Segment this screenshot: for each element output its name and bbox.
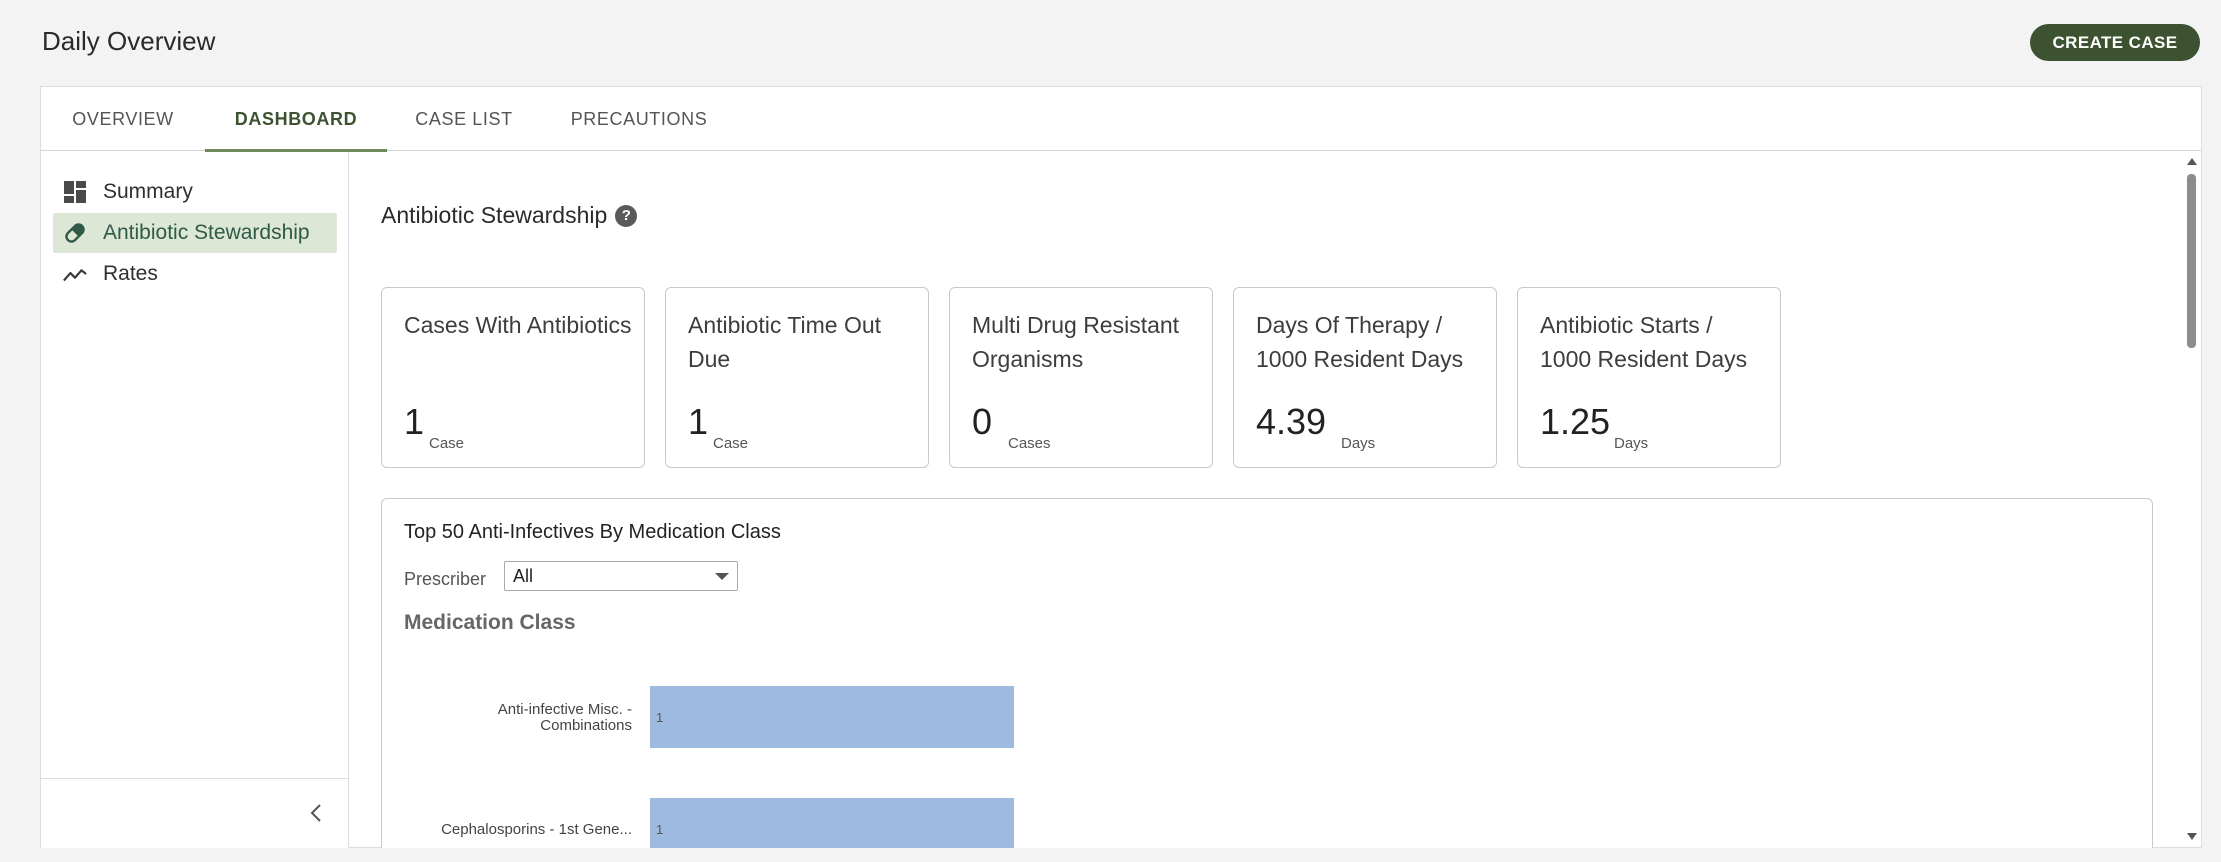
bar-1[interactable] [650, 798, 1014, 848]
tab-precautions[interactable]: PRECAUTIONS [541, 87, 737, 151]
stat-card-antibiotic-time-out-due[interactable]: Antibiotic Time Out Due 1 Case [665, 287, 929, 468]
stat-card-antibiotic-starts[interactable]: Antibiotic Starts / 1000 Resident Days 1… [1517, 287, 1781, 468]
scrollbar-thumb[interactable] [2187, 174, 2196, 348]
tab-bar: OVERVIEW DASHBOARD CASE LIST PRECAUTIONS [41, 87, 2201, 152]
chevron-left-icon[interactable] [301, 797, 331, 829]
stat-title: Multi Drug Resistant Organisms [972, 312, 1180, 372]
sidebar-footer [41, 778, 348, 848]
bar-0[interactable] [650, 686, 1014, 748]
sidebar-item-label: Rates [103, 262, 158, 285]
scroll-down-arrow-icon[interactable] [2187, 833, 2197, 840]
sidebar-item-antibiotic-stewardship[interactable]: Antibiotic Stewardship [53, 213, 337, 253]
stat-title: Antibiotic Time Out Due [688, 312, 882, 372]
pill-icon [63, 221, 87, 245]
sidebar-item-label: Antibiotic Stewardship [103, 221, 310, 244]
sidebar-item-summary[interactable]: Summary [53, 172, 337, 212]
page-title: Daily Overview [42, 26, 216, 56]
stat-unit: Case [713, 435, 749, 452]
stat-title: Antibiotic Starts / 1000 Resident Days [1540, 312, 1748, 372]
medication-class-label: Medication Class [404, 611, 576, 634]
chart-title: Top 50 Anti-Infectives By Medication Cla… [404, 521, 781, 543]
sidebar: Summary Antibiotic Stewardship Rates [41, 152, 349, 848]
stat-unit: Days [1341, 435, 1376, 452]
stat-value: 0 [972, 401, 993, 442]
medication-class-bar-chart: 1 Anti-infective Misc. -Combinations 1 Ceph… [441, 686, 1014, 848]
stat-unit: Case [429, 435, 465, 452]
stat-value: 1 [688, 401, 709, 442]
page-header: Daily Overview CREATE CASE [0, 0, 2221, 86]
scroll-up-arrow-icon[interactable] [2187, 158, 2197, 165]
trending-icon [63, 262, 87, 286]
chart-panel: Top 50 Anti-Infectives By Medication Cla… [381, 498, 2153, 848]
section-title-text: Antibiotic Stewardship [381, 202, 608, 228]
stat-value: 1 [404, 401, 425, 442]
stat-title: Cases With Antibiotics [404, 312, 632, 338]
create-case-button[interactable]: CREATE CASE [2030, 24, 2200, 61]
prescriber-label: Prescriber [404, 569, 487, 589]
stat-value: 1.25 [1540, 401, 1611, 442]
tab-case-list[interactable]: CASE LIST [387, 87, 541, 151]
stat-unit: Days [1614, 435, 1649, 452]
stat-unit: Cases [1008, 435, 1051, 452]
stat-card-days-of-therapy[interactable]: Days Of Therapy / 1000 Resident Days 4.3… [1233, 287, 1497, 468]
category-label: Cephalosporins - 1st Gene... [441, 821, 632, 838]
tab-overview[interactable]: OVERVIEW [41, 87, 205, 151]
stat-card-cases-with-antibiotics[interactable]: Cases With Antibiotics 1 Case [381, 287, 645, 468]
tab-dashboard[interactable]: DASHBOARD [205, 87, 387, 152]
section-title: Antibiotic Stewardship ? [381, 202, 638, 229]
main-panel: OVERVIEW DASHBOARD CASE LIST PRECAUTIONS… [40, 86, 2202, 848]
bar-value-label: 1 [656, 710, 663, 725]
dashboard-content: Antibiotic Stewardship ? Cases With Anti… [349, 152, 2201, 848]
prescriber-value: All [513, 566, 534, 586]
question-circle-icon[interactable]: ? [615, 204, 638, 227]
prescriber-select[interactable]: All [504, 561, 738, 591]
vertical-scrollbar[interactable] [2184, 150, 2198, 846]
bar-value-label: 1 [656, 822, 663, 837]
dashboard-grid-icon [63, 180, 87, 204]
stat-title: Days Of Therapy / 1000 Resident Days [1256, 312, 1464, 372]
category-label: Combinations [540, 717, 632, 734]
stat-card-multi-drug-resistant-organisms[interactable]: Multi Drug Resistant Organisms 0 Cases [949, 287, 1213, 468]
stat-value: 4.39 [1256, 401, 1327, 442]
category-label: Anti-infective Misc. - [498, 701, 632, 718]
sidebar-item-rates[interactable]: Rates [53, 254, 337, 294]
caret-down-icon [715, 573, 729, 580]
sidebar-item-label: Summary [103, 180, 193, 203]
